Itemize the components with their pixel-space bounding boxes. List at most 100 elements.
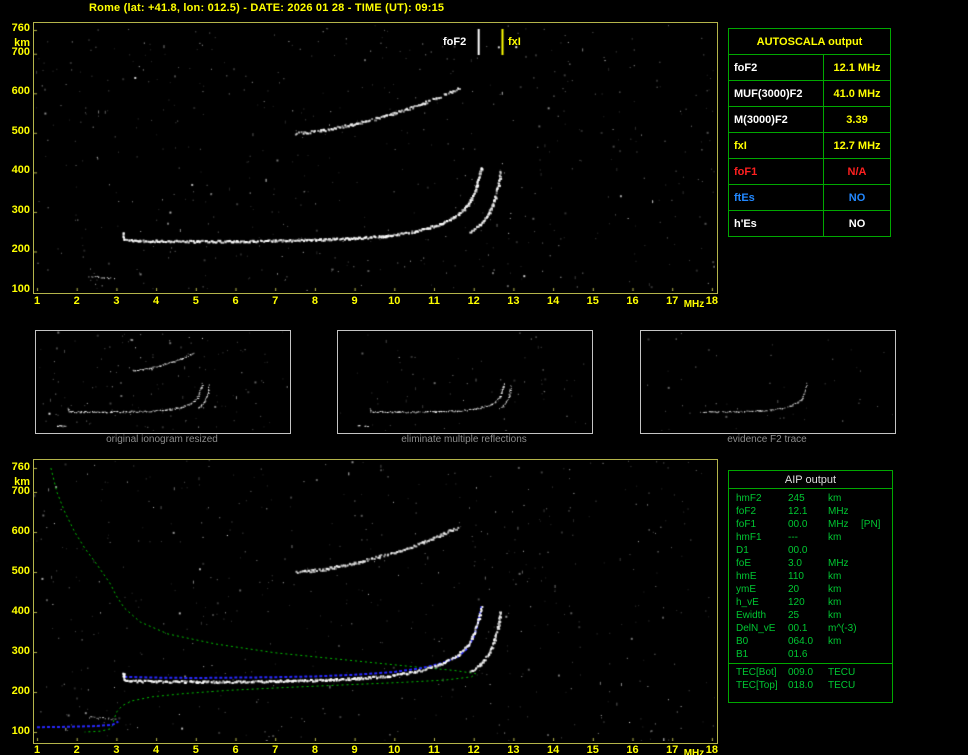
autoscala-param-value: NO xyxy=(823,210,891,237)
autoscala-row: M(3000)F2 3.39 xyxy=(728,106,891,133)
autoscala-output-table: AUTOSCALA output foF2 12.1 MHz MUF(3000)F2… xyxy=(728,28,891,237)
x-tick-label-top: 13 xyxy=(507,295,520,307)
aip-param-unit: km xyxy=(828,610,842,621)
x-tick-label-bottom: 4 xyxy=(153,744,160,755)
autoscala-row: MUF(3000)F2 41.0 MHz xyxy=(728,80,891,107)
x-tick-label-top: 17 xyxy=(666,295,679,307)
y-tick-label-top: 760 xyxy=(11,22,30,34)
aip-param-name: B0 xyxy=(736,636,749,647)
x-axis-unit-top: MHz xyxy=(683,299,705,310)
autoscala-param-label: fxI xyxy=(728,132,824,159)
aip-param-name: foF1 xyxy=(736,519,757,530)
autoscala-window: Rome (lat: +41.8, lon: 012.5) - DATE: 20… xyxy=(0,0,968,755)
aip-param-extra xyxy=(861,596,892,609)
aip-param-value: 120 xyxy=(788,597,805,608)
x-tick-label-bottom: 5 xyxy=(192,744,199,755)
aip-tec-section: TEC[Bot] 009.0 TECU TEC[Top] 018.0 TECU xyxy=(729,663,892,694)
y-tick-label-top: 300 xyxy=(11,204,30,216)
aip-row: h_vE 120 km xyxy=(729,596,892,609)
y-tick-label-bottom: 300 xyxy=(11,645,30,657)
autoscala-param-value: NO xyxy=(823,184,891,211)
autoscala-row: foF2 12.1 MHz xyxy=(728,54,891,81)
aip-param-unit xyxy=(828,648,861,661)
y-axis-unit-top: km xyxy=(14,37,30,49)
x-tick-label-top: 18 xyxy=(705,295,719,307)
x-axis-unit-bottom: MHz xyxy=(683,748,705,755)
thumbnail-caption-evidence: evidence F2 trace xyxy=(727,434,807,445)
aip-param-extra xyxy=(861,635,892,648)
x-tick-label-top: 14 xyxy=(546,295,560,307)
aip-param-value: --- xyxy=(788,532,798,543)
x-tick-label-bottom: 14 xyxy=(546,744,560,755)
aip-tec-row: TEC[Bot] 009.0 TECU xyxy=(729,666,892,679)
aip-param-extra xyxy=(861,609,892,622)
aip-param-name: D1 xyxy=(736,545,749,556)
thumbnail-eliminate-reflections xyxy=(337,330,593,434)
aip-table-header: AIP output xyxy=(729,471,892,489)
aip-row: hmE 110 km xyxy=(729,570,892,583)
aip-row: foF2 12.1 MHz xyxy=(729,505,892,518)
aip-param-name: h_vE xyxy=(736,597,759,608)
aip-param-name: Ewidth xyxy=(736,610,767,621)
x-tick-label-top: 7 xyxy=(272,295,279,307)
x-tick-label-top: 5 xyxy=(192,295,199,307)
y-axis-unit-bottom: km xyxy=(14,476,30,488)
aip-row: B1 01.6 xyxy=(729,648,892,661)
thumbnail-canvas-original xyxy=(36,331,288,431)
thumbnail-canvas-evidence xyxy=(641,331,893,431)
aip-param-unit: km xyxy=(828,571,842,582)
x-tick-label-bottom: 13 xyxy=(507,744,520,755)
aip-param-unit: km xyxy=(828,584,842,595)
autoscala-param-value: 41.0 MHz xyxy=(823,80,891,107)
aip-row: foF1 00.0 MHz [PN] xyxy=(729,518,892,531)
station-header: Rome (lat: +41.8, lon: 012.5) - DATE: 20… xyxy=(89,2,445,14)
aip-param-unit: km xyxy=(828,532,842,543)
y-tick-label-top: 500 xyxy=(11,125,30,137)
x-tick-label-top: 9 xyxy=(351,295,358,307)
aip-param-value: 01.6 xyxy=(788,649,808,660)
aip-row: ymE 20 km xyxy=(729,583,892,596)
aip-row: B0 064.0 km xyxy=(729,635,892,648)
x-tick-label-top: 3 xyxy=(113,295,120,307)
ionogram-panel-bottom xyxy=(33,459,718,744)
x-tick-label-top: 6 xyxy=(232,295,239,307)
y-tick-label-bottom: 760 xyxy=(11,461,30,473)
aip-param-value: 009.0 xyxy=(788,667,814,678)
aip-param-extra xyxy=(861,622,892,635)
autoscala-table-body: foF2 12.1 MHz MUF(3000)F2 41.0 MHz M(3000)F2… xyxy=(728,54,891,237)
y-tick-label-top: 100 xyxy=(11,283,30,295)
aip-row: Ewidth 25 km xyxy=(729,609,892,622)
aip-param-unit: TECU xyxy=(828,680,856,691)
aip-param-name: TEC[Bot] xyxy=(736,667,777,678)
autoscala-param-label: foF2 xyxy=(728,54,824,81)
autoscala-table-header: AUTOSCALA output xyxy=(728,28,891,55)
aip-row: DelN_vE 00.1 m^(-3) xyxy=(729,622,892,635)
y-tick-label-bottom: 100 xyxy=(11,725,30,737)
aip-param-unit: MHz xyxy=(828,519,849,530)
x-tick-label-bottom: 2 xyxy=(73,744,80,755)
x-tick-label-bottom: 9 xyxy=(351,744,358,755)
aip-param-extra xyxy=(861,583,892,596)
autoscala-header-row: AUTOSCALA output xyxy=(728,28,891,55)
fxi-marker-label: fxI xyxy=(508,36,521,48)
autoscala-param-label: h'Es xyxy=(728,210,824,237)
y-tick-label-bottom: 500 xyxy=(11,565,30,577)
thumbnail-canvas-eliminate xyxy=(338,331,590,431)
fof2-marker-label: foF2 xyxy=(443,36,467,48)
aip-param-name: hmE xyxy=(736,571,757,582)
aip-param-name: foE xyxy=(736,558,752,569)
y-tick-label-top: 200 xyxy=(11,243,30,255)
x-tick-label-top: 15 xyxy=(586,295,599,307)
y-tick-label-bottom: 200 xyxy=(11,685,30,697)
ionogram-canvas-bottom xyxy=(34,460,715,741)
aip-param-extra: [PN] xyxy=(861,519,881,530)
x-tick-label-bottom: 1 xyxy=(33,744,41,755)
x-tick-label-top: 12 xyxy=(467,295,480,307)
autoscala-param-value: 12.7 MHz xyxy=(823,132,891,159)
autoscala-param-label: M(3000)F2 xyxy=(728,106,824,133)
x-tick-label-bottom: 18 xyxy=(705,744,719,755)
y-tick-label-top: 400 xyxy=(11,164,30,176)
aip-table-body: hmF2 245 km foF2 12.1 MHz foF1 00.0 MHz [PN] hmF1 -… xyxy=(729,489,892,663)
x-tick-label-top: 4 xyxy=(153,295,160,307)
aip-param-extra xyxy=(861,544,892,557)
